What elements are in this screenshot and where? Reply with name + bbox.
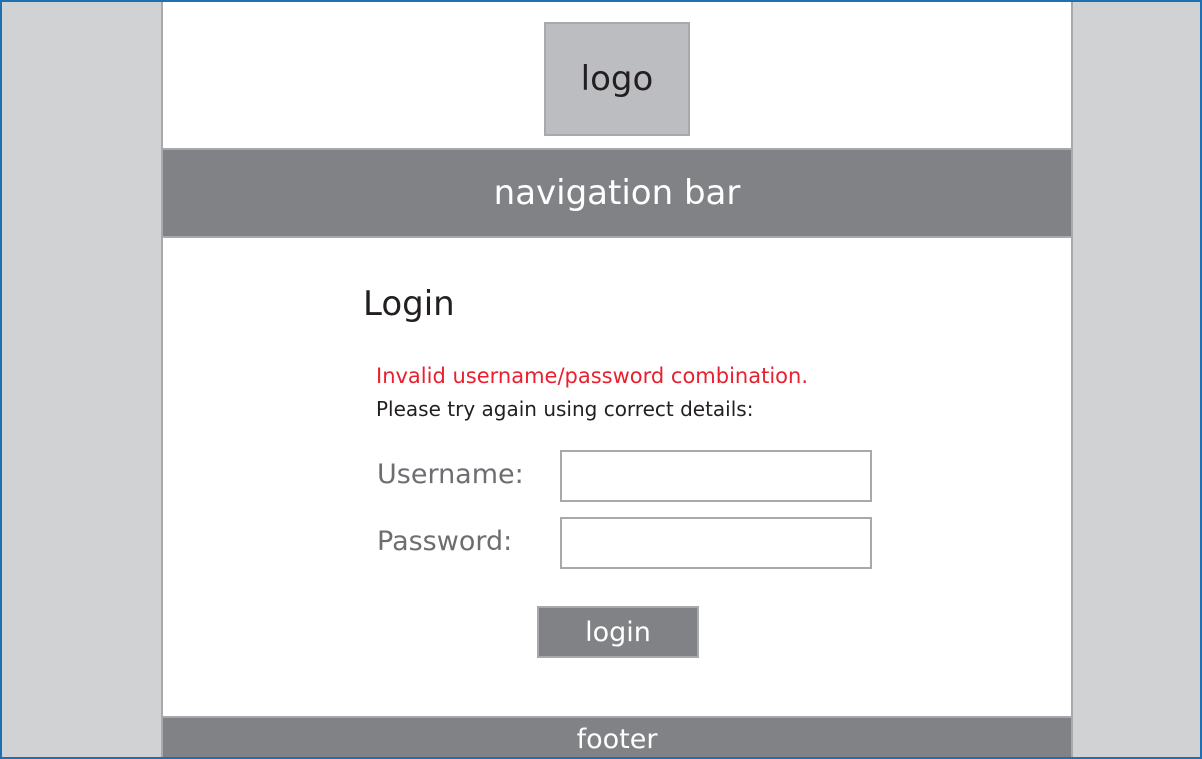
logo[interactable]: logo (544, 22, 690, 136)
hint-message: Please try again using correct details: (376, 397, 754, 421)
logo-text: logo (580, 59, 654, 99)
page-title: Login (363, 284, 455, 324)
login-button[interactable]: login (537, 606, 699, 658)
navigation-bar-label: navigation bar (493, 173, 741, 213)
password-field[interactable] (560, 517, 872, 569)
content-column: logo navigation bar Login Invalid userna… (161, 2, 1073, 757)
navigation-bar[interactable]: navigation bar (163, 148, 1071, 238)
footer-label: footer (576, 724, 658, 755)
footer: footer (163, 716, 1071, 757)
username-label: Username: (377, 459, 524, 490)
username-field[interactable] (560, 450, 872, 502)
password-label: Password: (377, 526, 513, 557)
page-frame: logo navigation bar Login Invalid userna… (0, 0, 1202, 759)
error-message: Invalid username/password combination. (376, 364, 809, 388)
